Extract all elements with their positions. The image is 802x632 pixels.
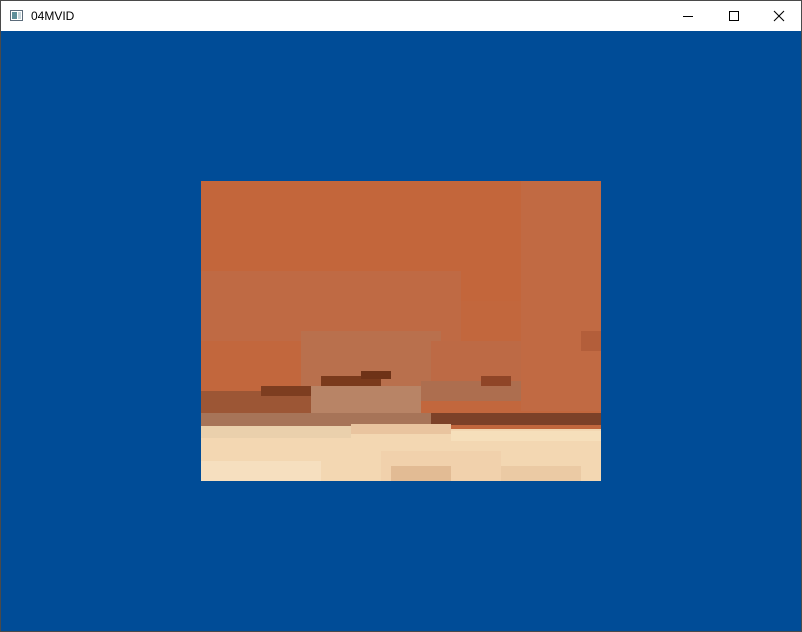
maximize-button[interactable] xyxy=(711,1,757,31)
client-area xyxy=(1,31,801,631)
minimize-icon xyxy=(683,16,693,17)
close-button[interactable] xyxy=(756,1,801,31)
window-title: 04MVID xyxy=(31,9,75,23)
app-window: 04MVID xyxy=(0,0,802,632)
title-bar[interactable]: 04MVID xyxy=(1,1,801,31)
video-frame xyxy=(201,181,601,481)
close-icon xyxy=(773,10,785,22)
app-window-icon[interactable] xyxy=(10,10,23,21)
maximize-icon xyxy=(729,11,739,21)
minimize-button[interactable] xyxy=(665,1,711,31)
video-frame-image xyxy=(201,181,601,481)
